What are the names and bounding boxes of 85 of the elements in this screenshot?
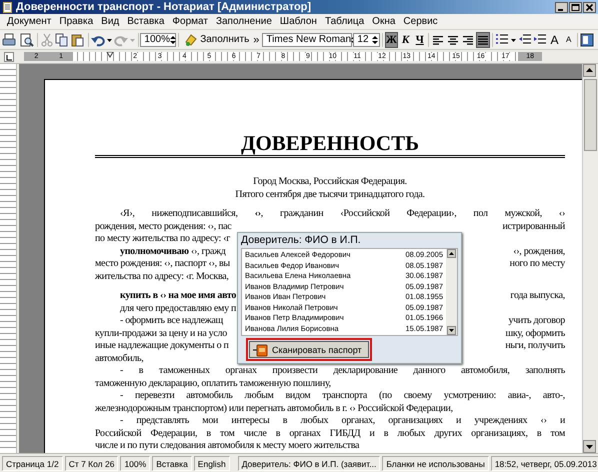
- menu-item[interactable]: Вставка: [123, 16, 168, 27]
- tab-selector[interactable]: [4, 52, 14, 62]
- status-text: Вставка: [152, 456, 192, 470]
- decrease-indent-icon[interactable]: [518, 32, 532, 46]
- copy-icon[interactable]: [54, 32, 69, 46]
- status-text: Ст 7 Кол 26: [64, 456, 118, 470]
- menu-item[interactable]: Документ: [3, 16, 56, 27]
- document-title: ДОВЕРЕННОСТЬ: [95, 131, 565, 158]
- scroll-up-icon[interactable]: [447, 249, 456, 258]
- font-combo[interactable]: Times New Roman: [262, 32, 352, 46]
- document-text-line: купить в ‹› на мое имя авто: [119, 290, 236, 302]
- panel-icon[interactable]: [580, 32, 596, 46]
- document-text-line: - представлять мои интересы в любых органах, организациях и учреждениях ‹› и: [119, 415, 565, 428]
- font-size-combo[interactable]: 12: [353, 32, 380, 46]
- document-text-line: место рождения: ‹›, паспорт ‹›, вы: [95, 258, 230, 270]
- document-text-line: шку, оформить: [506, 328, 565, 340]
- document-text-line: таможенную декларацию, оплатить таможенную пошлину,: [95, 378, 331, 390]
- document-text-line: ‹Я›, нижеподписавшийся, ‹›, гражданин ‹Российской Федерации›, пол мужской, ‹›: [119, 208, 565, 220]
- status-text: English: [194, 456, 230, 470]
- scan-passport-button[interactable]: Сканировать паспорт: [249, 341, 369, 358]
- popup-title: Доверитель: ФИО в И.П.: [240, 233, 362, 248]
- document-text-line: года выпуска,: [510, 290, 565, 302]
- status-text: Страница 1/2: [2, 456, 63, 470]
- increase-indent-icon[interactable]: [532, 32, 547, 46]
- spinner-icon: [372, 34, 378, 44]
- document-text-line: иные надлежащие документы о п: [95, 340, 229, 352]
- document-text-line: истрированный: [502, 220, 565, 233]
- list-scrollbar[interactable]: [446, 249, 457, 335]
- document-text-line: ‹›, рождения,: [513, 246, 565, 258]
- scroll-down-icon[interactable]: [583, 440, 596, 453]
- status-text: 100%: [120, 456, 150, 470]
- document-text-line: ньги, получить: [505, 340, 565, 352]
- menu-item[interactable]: Вид: [97, 16, 124, 27]
- grow-font-button[interactable]: A: [548, 32, 562, 48]
- document-icon: [2, 2, 13, 12]
- document-text-line: Пятого сентября две тысячи тринадцатого года.: [234, 188, 426, 201]
- menu-item[interactable]: Окна: [368, 16, 400, 27]
- spinner-icon: [170, 34, 176, 44]
- paste-icon[interactable]: [70, 32, 86, 46]
- shrink-font-button[interactable]: A: [562, 32, 576, 48]
- underline-button[interactable]: Ч: [413, 32, 426, 48]
- document-text-line: жительства по адресу: ‹г. Москва,: [95, 270, 229, 284]
- print-preview-icon[interactable]: [19, 32, 35, 46]
- bold-button[interactable]: Ж: [384, 32, 398, 48]
- status-text: Доверитель: ФИО в И.П. (заявит...: [238, 456, 380, 470]
- maximize-icon[interactable]: [569, 2, 582, 12]
- numbered-list-icon[interactable]: [494, 32, 509, 46]
- scrollbar-thumb[interactable]: [584, 79, 597, 151]
- document-text-line: учить договор: [508, 315, 565, 328]
- status-text: 18:52, четверг, 05.09.2013: [490, 456, 598, 470]
- align-justify-button[interactable]: [476, 32, 490, 48]
- scroll-down-icon[interactable]: [447, 326, 456, 335]
- document-text-line: уполномочиваю ‹›, гражд: [119, 246, 226, 258]
- scroll-up-icon[interactable]: [583, 64, 596, 77]
- document-text-line: - в таможенных органах произвести декларирование данного автомобиля, заполнять: [119, 365, 565, 378]
- minimize-icon[interactable]: [555, 2, 568, 12]
- fill-icon: [184, 33, 198, 46]
- overflow-chevron[interactable]: »: [253, 34, 260, 46]
- italic-button[interactable]: К: [399, 32, 412, 48]
- vertical-scrollbar[interactable]: [582, 64, 598, 453]
- document-text-line: Российской Федерации, в том числе в органах ГИБДД и в любых других организациях, в том: [95, 428, 565, 440]
- menu-item[interactable]: Шаблон: [276, 16, 321, 27]
- menu-item[interactable]: Заполнение: [212, 16, 276, 27]
- document-text-line: по месту жительства по адресу: ‹г: [95, 233, 230, 246]
- menu-item[interactable]: Формат: [168, 16, 212, 27]
- document-text-line: купли-продажи за цену и на усло: [95, 328, 227, 340]
- document-text-line: - оформить все надлежащ: [119, 315, 223, 328]
- document-text-line: Город Москва, Российская Федерация.: [252, 176, 408, 188]
- close-icon[interactable]: [583, 2, 596, 12]
- status-text: Бланки не использованы: [382, 456, 489, 470]
- menu-item[interactable]: Сервис: [399, 16, 442, 27]
- document-text-line: ного по месту: [510, 258, 565, 270]
- document-text-line: автомобиль,: [95, 352, 144, 365]
- window-title: Доверенности транспорт - Нотариат [Администратор]: [16, 1, 312, 13]
- zoom-combo[interactable]: 100%: [140, 32, 176, 46]
- document-text-line: числе и по пути следования автомобиля к месту моего жительства: [95, 440, 360, 452]
- printer-icon[interactable]: [2, 32, 18, 46]
- document-text-line: рождения, место рождения: ‹›, пас: [95, 220, 232, 233]
- fill-button[interactable]: Заполнить: [181, 32, 252, 48]
- menu-item[interactable]: Правка: [55, 16, 98, 27]
- document-text-line: для чего предоставляю ему п: [119, 302, 236, 315]
- scanner-icon: [253, 342, 269, 356]
- menu-item[interactable]: Таблица: [320, 16, 368, 27]
- document-text-line: - перевезти автомобиль любым видом транспорта (по своему усмотрению: авиа-, авто-,: [119, 390, 565, 402]
- document-text-line: железнодорожным транспортом) или перегнать автомобиль в г. ‹› Российской Федерации,: [95, 402, 453, 415]
